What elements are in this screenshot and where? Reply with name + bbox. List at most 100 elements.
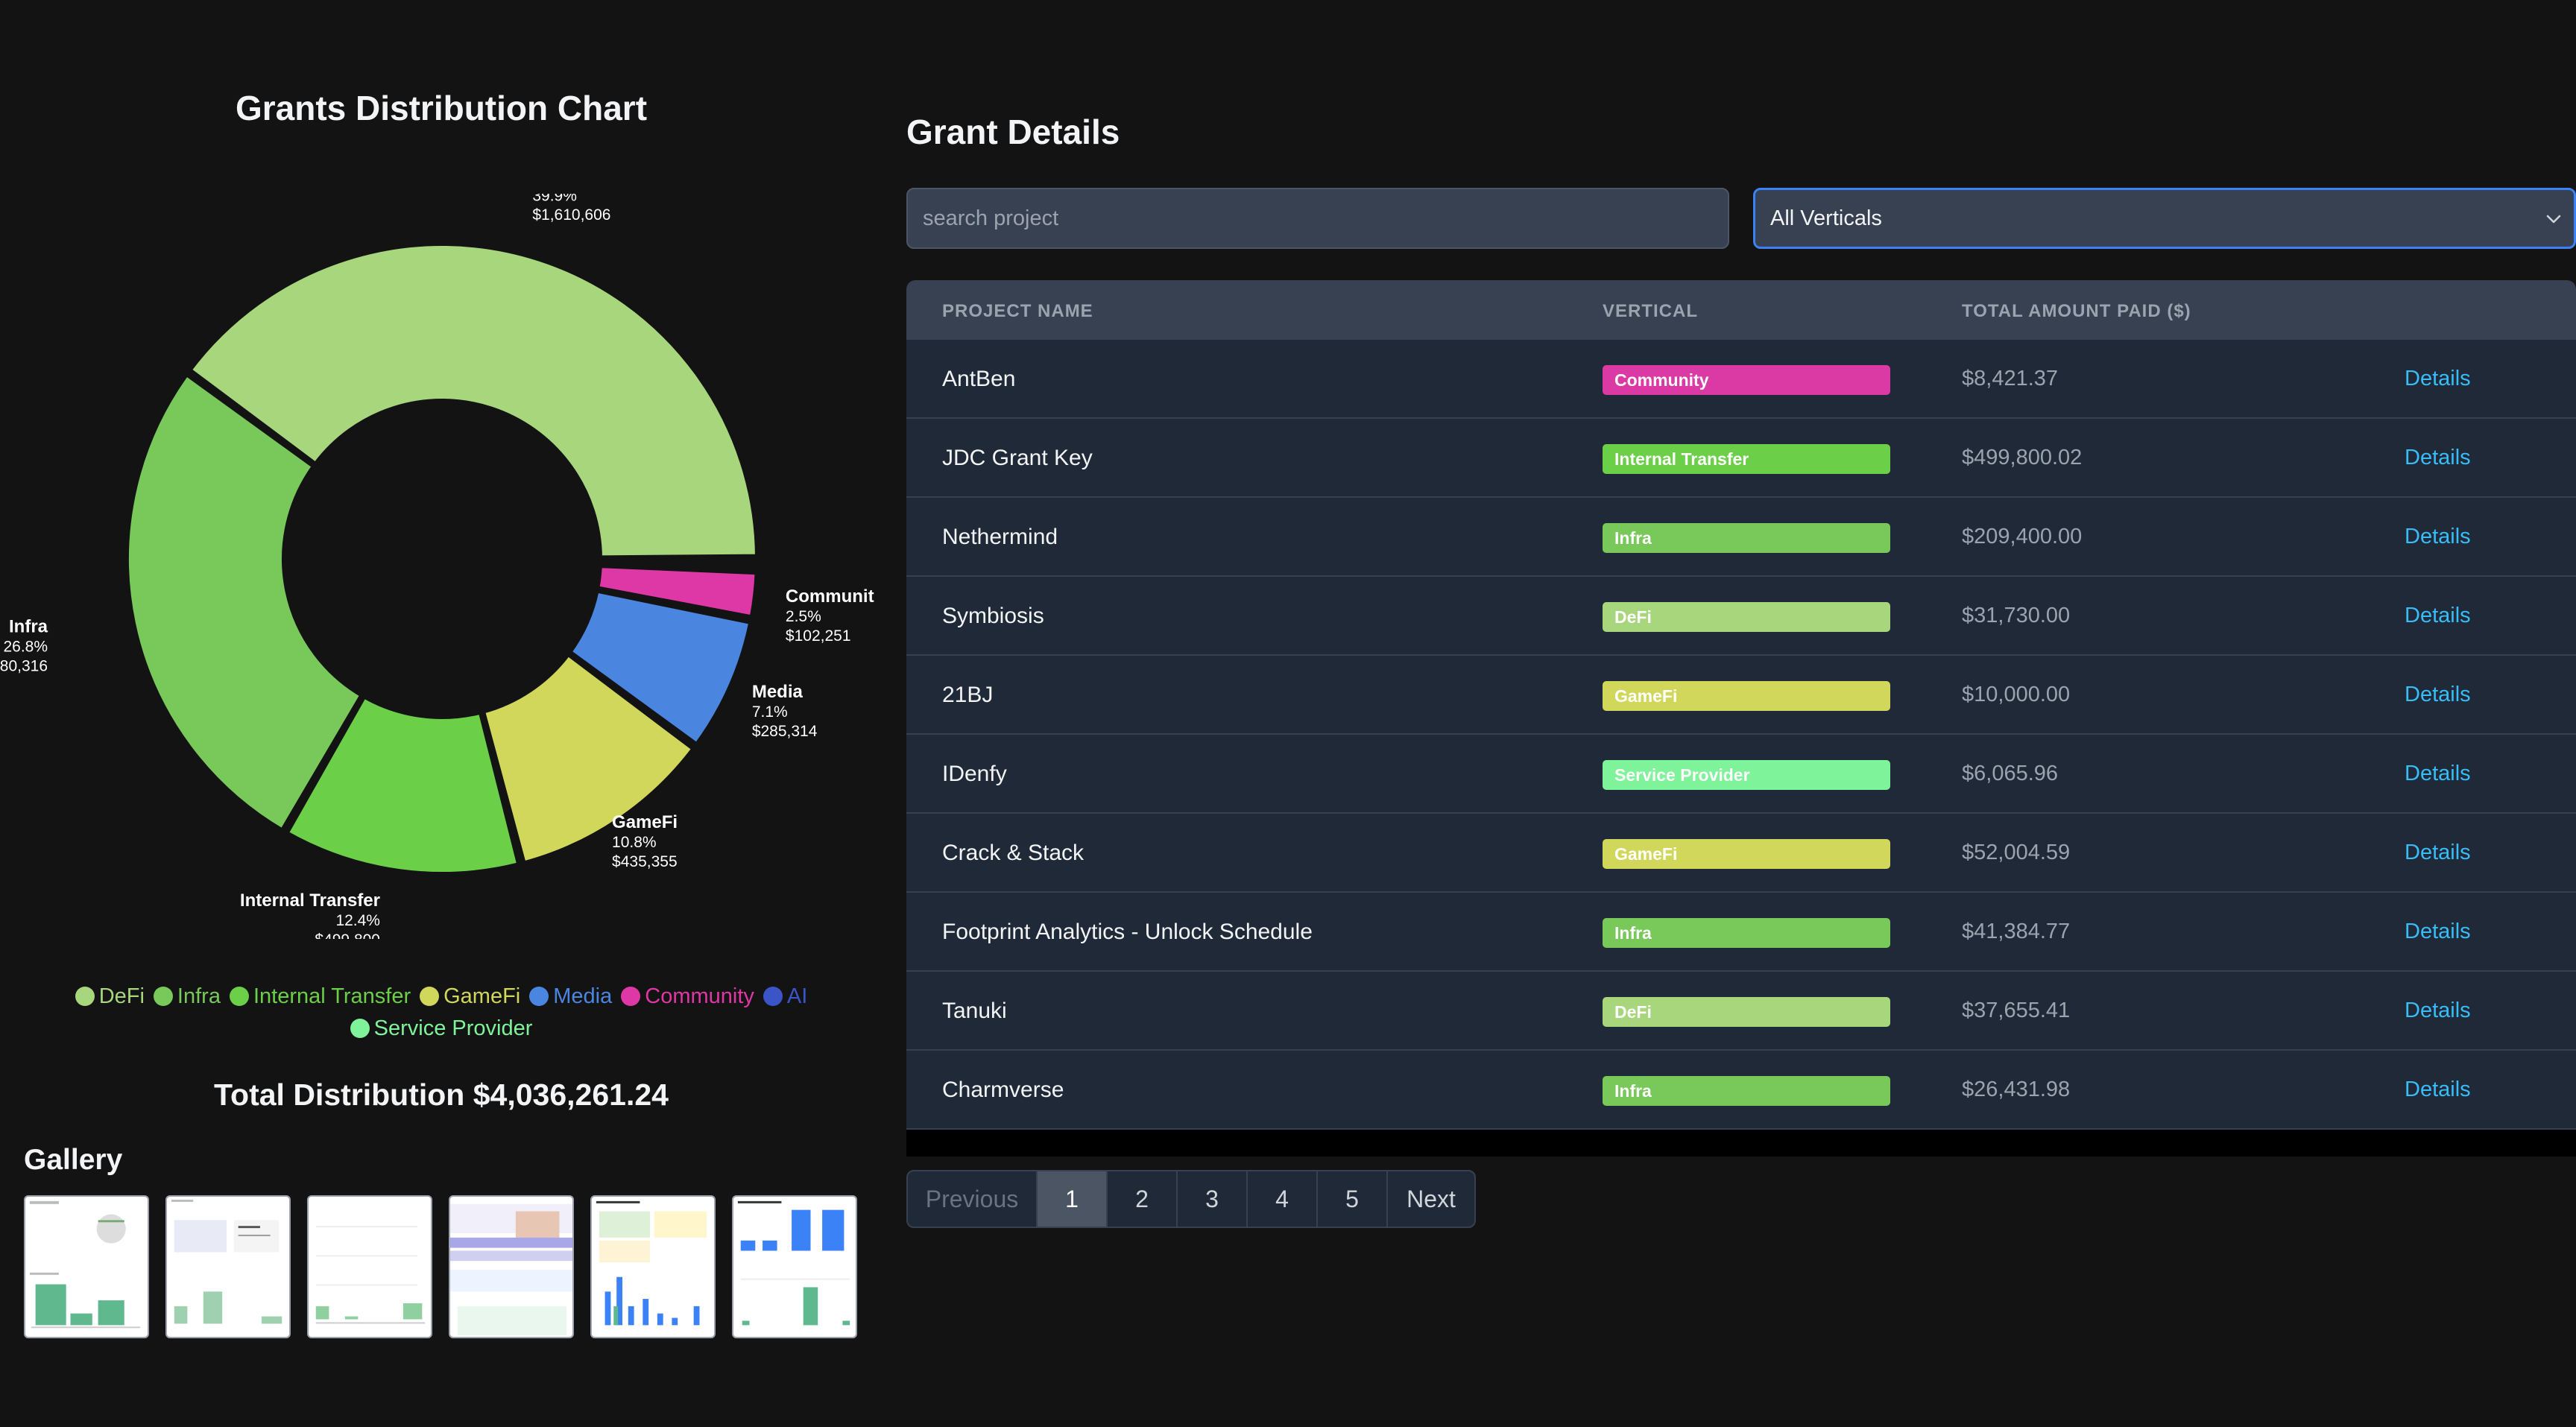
table-row: Crack & Stack GameFi $52,004.59 Details xyxy=(906,814,2576,893)
page-button-5[interactable]: 5 xyxy=(1318,1171,1388,1227)
legend-dot xyxy=(763,987,783,1006)
amount-paid: $41,384.77 xyxy=(1962,920,2071,943)
vertical-filter-value: All Verticals xyxy=(1770,206,1882,230)
amount-paid: $6,065.96 xyxy=(1962,762,2059,785)
gallery-thumbnail[interactable] xyxy=(307,1195,432,1338)
details-link[interactable]: Details xyxy=(2405,1078,2471,1102)
gallery-thumbnail[interactable] xyxy=(732,1195,857,1338)
project-name: Nethermind xyxy=(942,525,1058,549)
slice-label-name: Communit xyxy=(786,586,874,607)
slice-label-media: Media7.1% $285,314 xyxy=(752,682,818,740)
slice-label-percent: 26.8% xyxy=(3,639,48,656)
details-link[interactable]: Details xyxy=(2405,762,2471,786)
slice-label-amount: $435,355 xyxy=(612,853,678,870)
slice-label-name: Media xyxy=(752,682,804,702)
vertical-badge: Community xyxy=(1603,365,1890,395)
gallery-thumbnail[interactable] xyxy=(449,1195,574,1338)
project-name: 21BJ xyxy=(942,683,994,707)
project-name: Crack & Stack xyxy=(942,841,1085,865)
gallery-thumbnail[interactable] xyxy=(590,1195,716,1338)
gallery xyxy=(24,1195,888,1341)
legend-item-community[interactable]: Community xyxy=(621,981,754,1013)
slice-label-name: Infra xyxy=(9,617,48,637)
page-button-1[interactable]: 1 xyxy=(1038,1171,1108,1227)
gallery-title: Gallery xyxy=(24,1144,123,1176)
grant-details-title: Grant Details xyxy=(906,113,1120,151)
column-header-vertical: VERTICAL xyxy=(1603,301,1698,321)
legend-item-gamefi[interactable]: GameFi xyxy=(420,981,520,1013)
legend-item-service-provider[interactable]: Service Provider xyxy=(350,1013,533,1045)
legend-item-ai[interactable]: AI xyxy=(763,981,807,1013)
details-link[interactable]: Details xyxy=(2405,525,2471,549)
legend-label: Service Provider xyxy=(373,1016,533,1040)
legend-item-infra[interactable]: Infra xyxy=(153,981,221,1013)
legend-label: Infra xyxy=(177,984,221,1008)
legend-dot xyxy=(153,987,173,1006)
legend-item-internal-transfer[interactable]: Internal Transfer xyxy=(229,981,411,1013)
slice-label-gamefi: GameFi 10.8% $435,355 xyxy=(612,812,678,870)
details-link[interactable]: Details xyxy=(2405,683,2471,707)
gallery-thumbnail[interactable] xyxy=(24,1195,149,1338)
details-link[interactable]: Details xyxy=(2405,920,2471,944)
project-name: JDC Grant Key xyxy=(942,446,1093,470)
legend-label: GameFi xyxy=(443,984,521,1008)
legend-item-media[interactable]: Media xyxy=(529,981,612,1013)
next-button[interactable]: Next xyxy=(1388,1171,1474,1227)
legend-dot xyxy=(75,987,95,1006)
vertical-badge: GameFi xyxy=(1603,681,1890,711)
legend-dot xyxy=(529,987,549,1006)
legend-item-defi[interactable]: DeFi xyxy=(75,981,145,1013)
page-button-4[interactable]: 4 xyxy=(1248,1171,1318,1227)
vertical-badge: Infra xyxy=(1603,523,1890,553)
vertical-badge: DeFi xyxy=(1603,997,1890,1027)
slice-label-amount: $1,080,316 xyxy=(0,658,48,675)
pagination: Previous 1 2 3 4 5 Next xyxy=(906,1170,1476,1228)
slice-label-internal-transfer: Internal Transfer12.4% $499,800 xyxy=(240,890,380,939)
chevron-down-icon xyxy=(2544,209,2563,235)
pie-chart: DeFi39.9%$1,610,606Infra26.8%$1,080,316I… xyxy=(0,194,874,939)
details-link[interactable]: Details xyxy=(2405,367,2471,391)
previous-button[interactable]: Previous xyxy=(908,1171,1038,1227)
pie-slice-service-provider[interactable] xyxy=(597,557,760,564)
project-name: Symbiosis xyxy=(942,604,1044,628)
amount-paid: $26,431.98 xyxy=(1962,1078,2071,1101)
details-link[interactable]: Details xyxy=(2405,841,2471,865)
search-input[interactable] xyxy=(906,188,1729,249)
legend-label: Community xyxy=(645,984,754,1008)
slice-label-amount: $102,251 xyxy=(786,627,851,645)
amount-paid: $10,000.00 xyxy=(1962,683,2071,706)
vertical-badge: Internal Transfer xyxy=(1603,444,1890,474)
project-name: Charmverse xyxy=(942,1078,1064,1102)
table-row: Nethermind Infra $209,400.00 Details xyxy=(906,498,2576,577)
vertical-filter-select[interactable]: All Verticals xyxy=(1753,188,2576,249)
slice-label-percent: 39.9% xyxy=(532,194,577,204)
legend-dot xyxy=(420,987,440,1006)
amount-paid: $499,800.02 xyxy=(1962,446,2083,469)
slice-label-infra: Infra 26.8% $1,080,316 xyxy=(0,617,48,675)
amount-paid: $37,655.41 xyxy=(1962,999,2071,1022)
table-row: Footprint Analytics - Unlock Schedule Inf… xyxy=(906,893,2576,972)
slice-label-name: GameFi xyxy=(612,812,678,832)
slice-label-amount: $499,800 xyxy=(315,931,380,939)
slice-label-amount: $1,610,606 xyxy=(532,206,610,224)
legend-label: Media xyxy=(553,984,613,1008)
slice-label-percent: 10.8% xyxy=(612,834,657,851)
chart-title: Grants Distribution Chart xyxy=(235,89,648,127)
project-name: Footprint Analytics - Unlock Schedule xyxy=(942,920,1313,944)
slice-label-defi: DeFi39.9%$1,610,606 xyxy=(532,194,610,224)
gallery-thumbnail[interactable] xyxy=(165,1195,291,1338)
details-link[interactable]: Details xyxy=(2405,604,2471,628)
details-link[interactable]: Details xyxy=(2405,999,2471,1023)
page-button-2[interactable]: 2 xyxy=(1108,1171,1178,1227)
vertical-badge: Infra xyxy=(1603,1076,1890,1106)
amount-paid: $8,421.37 xyxy=(1962,367,2059,390)
page-button-3[interactable]: 3 xyxy=(1178,1171,1248,1227)
vertical-badge: DeFi xyxy=(1603,602,1890,632)
table-row: Tanuki DeFi $37,655.41 Details xyxy=(906,972,2576,1051)
amount-paid: $31,730.00 xyxy=(1962,604,2071,627)
slice-label-percent: 12.4% xyxy=(335,912,380,929)
details-link[interactable]: Details xyxy=(2405,446,2471,470)
chart-legend: DeFi Infra Internal Transfer GameFi Media Com… xyxy=(22,981,860,1045)
table-row: 21BJ GameFi $10,000.00 Details xyxy=(906,656,2576,735)
total-distribution: Total Distribution $4,036,261.24 xyxy=(214,1078,669,1112)
